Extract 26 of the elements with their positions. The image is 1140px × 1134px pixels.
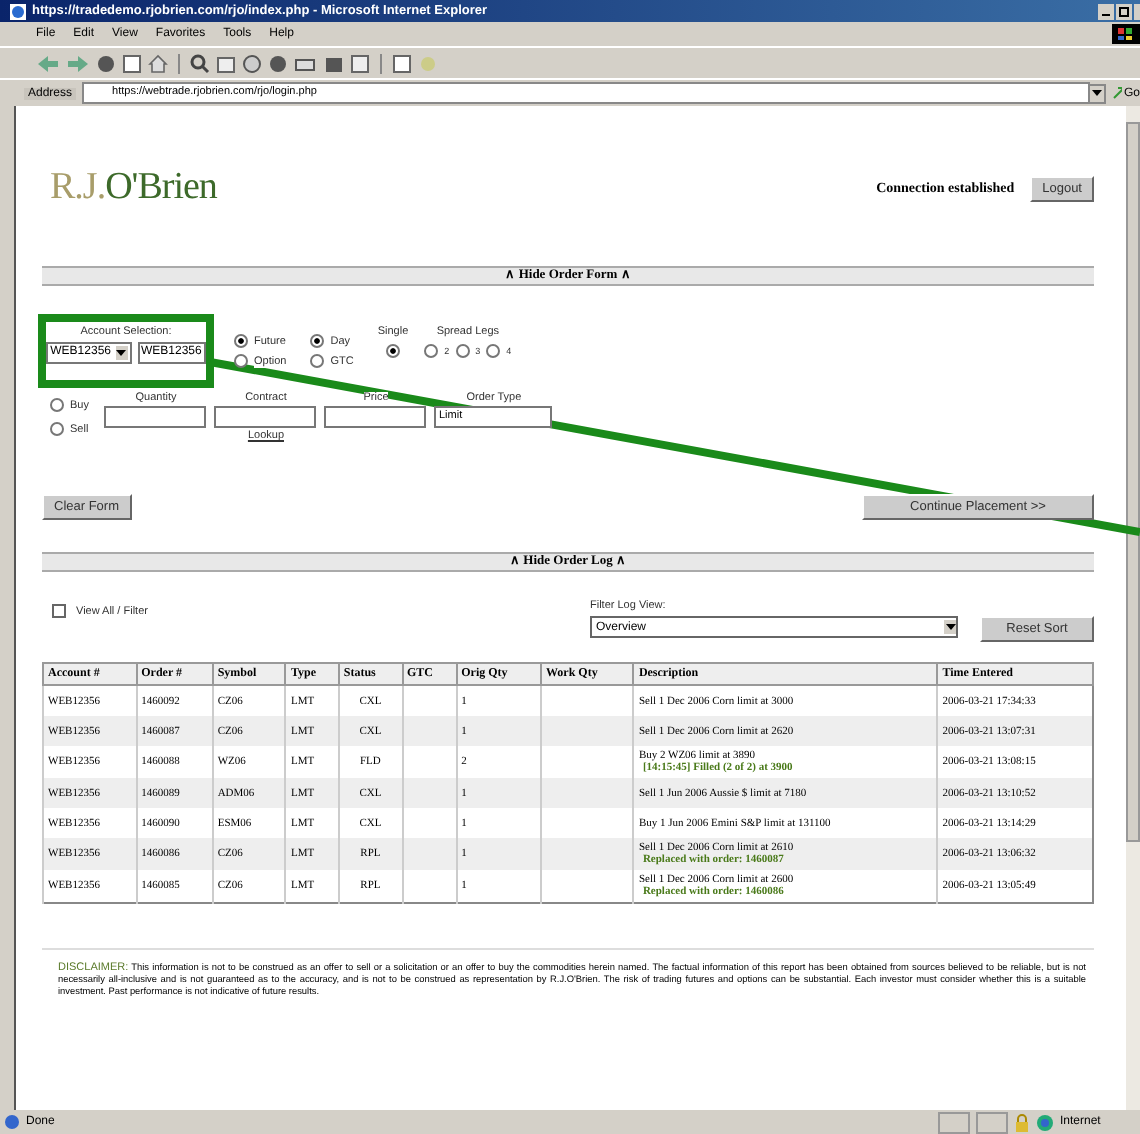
- input-field[interactable]: [104, 406, 207, 428]
- radio-button[interactable]: [310, 354, 325, 368]
- status-pane: [976, 1111, 1008, 1133]
- dropdown-arrow-icon[interactable]: [944, 620, 956, 634]
- radio-button[interactable]: [424, 344, 439, 358]
- input-field[interactable]: [324, 406, 427, 428]
- status-pane: [938, 1111, 970, 1133]
- search-icon[interactable]: [190, 53, 210, 73]
- radio-button[interactable]: [50, 398, 64, 412]
- radio-button[interactable]: [486, 344, 501, 358]
- radio-button[interactable]: [310, 334, 325, 348]
- lock-icon: [1014, 1113, 1030, 1131]
- globe-icon: [1036, 1113, 1054, 1131]
- logo: R.J.O'Brien: [50, 166, 217, 210]
- home-icon[interactable]: [148, 53, 168, 73]
- windows-logo-icon: [1112, 24, 1140, 44]
- radio-button[interactable]: [385, 344, 400, 358]
- checkbox[interactable]: [52, 604, 66, 618]
- radio-button[interactable]: [234, 354, 248, 368]
- radio-button[interactable]: [50, 422, 64, 436]
- radio-button[interactable]: [234, 334, 248, 348]
- page-icon: [4, 1114, 20, 1130]
- input-field[interactable]: [214, 406, 317, 428]
- browser-icon: [10, 3, 26, 19]
- radio-button[interactable]: [455, 344, 470, 358]
- dropdown-arrow-icon[interactable]: [115, 346, 127, 360]
